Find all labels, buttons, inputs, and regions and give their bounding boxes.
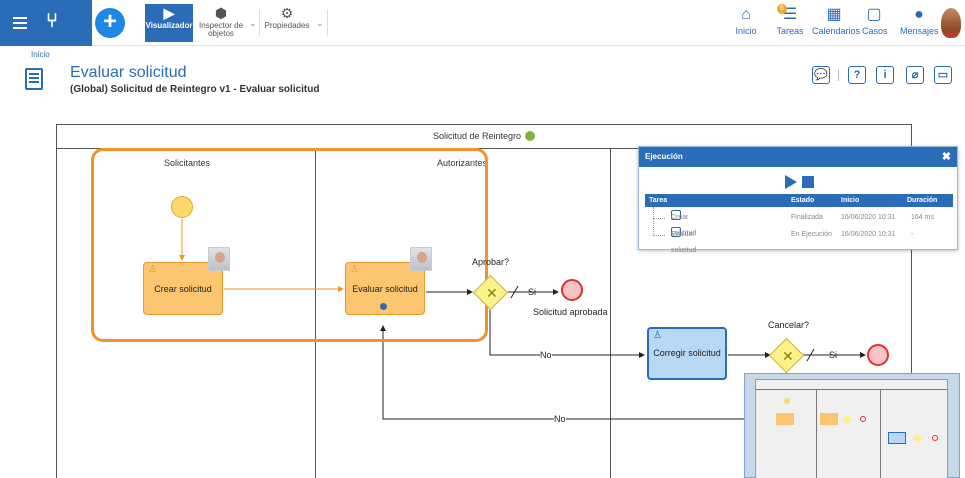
- task-correct-request[interactable]: ♙ Corregir solicitud: [647, 327, 727, 380]
- flow-label-yes: Si: [528, 287, 537, 297]
- end-event-cancelled[interactable]: [867, 344, 889, 366]
- minimap-task: [820, 413, 838, 425]
- exclusive-gateway-icon: ✕: [782, 348, 794, 364]
- execution-panel: Ejecución ✖ Tarea Estado Inicio Duración…: [638, 146, 958, 254]
- minimap-start-event: [784, 398, 790, 404]
- close-icon[interactable]: ✖: [942, 147, 951, 167]
- gateway-cancel-label: Cancelar?: [768, 320, 810, 330]
- play-icon[interactable]: [785, 175, 797, 189]
- state-cell: En Ejecución: [791, 231, 832, 238]
- execution-panel-header: Ejecución ✖: [639, 147, 957, 167]
- task-label: Evaluar solicitud: [352, 284, 418, 294]
- minimap-pool-header: [756, 389, 947, 390]
- diagram-minimap[interactable]: [744, 373, 960, 478]
- column-header-duration: Duración: [907, 197, 938, 204]
- duration-cell: -: [911, 231, 914, 238]
- minimap-gateway: [842, 414, 853, 425]
- task-name: Evaluar solicitud: [671, 231, 697, 254]
- user-task-icon: ♙: [148, 264, 157, 275]
- table-row[interactable]: Crear solicitud Finalizada 16/06/2020 10…: [645, 210, 953, 237]
- column-header-start: Inicio: [841, 197, 860, 204]
- duration-cell: 164 ms: [911, 214, 934, 221]
- state-cell: Finalizada: [791, 214, 823, 221]
- minimap-end-event: [860, 416, 866, 422]
- task-label: Corregir solicitud: [653, 348, 721, 358]
- execution-panel-title: Ejecución: [645, 152, 683, 161]
- task-label: Crear solicitud: [154, 284, 212, 294]
- user-task-icon: ♙: [350, 264, 359, 275]
- flow-label-no: No: [554, 414, 566, 424]
- column-header-state: Estado: [791, 197, 815, 204]
- minimap-lane-divider: [880, 389, 881, 478]
- table-row[interactable]: Evaluar solicitud En Ejecución 16/06/202…: [645, 227, 953, 254]
- gateway-approve-label: Aprobar?: [472, 257, 510, 267]
- end-event-approved-label: Solicitud aprobada: [533, 307, 608, 317]
- start-event[interactable]: [171, 196, 193, 218]
- flow-label-no: No: [540, 350, 552, 360]
- exclusive-gateway-icon: ✕: [486, 285, 498, 301]
- minimap-gateway: [912, 433, 923, 444]
- end-event-approved[interactable]: [561, 279, 583, 301]
- minimap-end-event: [932, 435, 938, 441]
- minimap-task: [888, 432, 906, 444]
- start-cell: 16/06/2020 10:31: [841, 231, 896, 238]
- current-token-dot: [380, 303, 387, 310]
- assignee-photo: [208, 247, 230, 271]
- minimap-canvas: [755, 379, 948, 478]
- user-task-icon: ♙: [653, 330, 662, 341]
- flow-label-yes: Si: [829, 350, 838, 360]
- execution-table-header: Tarea Estado Inicio Duración: [645, 194, 953, 207]
- start-cell: 16/06/2020 10:31: [841, 214, 896, 221]
- minimap-lane-divider: [816, 389, 817, 478]
- minimap-task: [776, 413, 794, 425]
- column-header-task: Tarea: [649, 197, 668, 204]
- assignee-photo: [410, 247, 432, 271]
- stop-icon[interactable]: [802, 176, 814, 188]
